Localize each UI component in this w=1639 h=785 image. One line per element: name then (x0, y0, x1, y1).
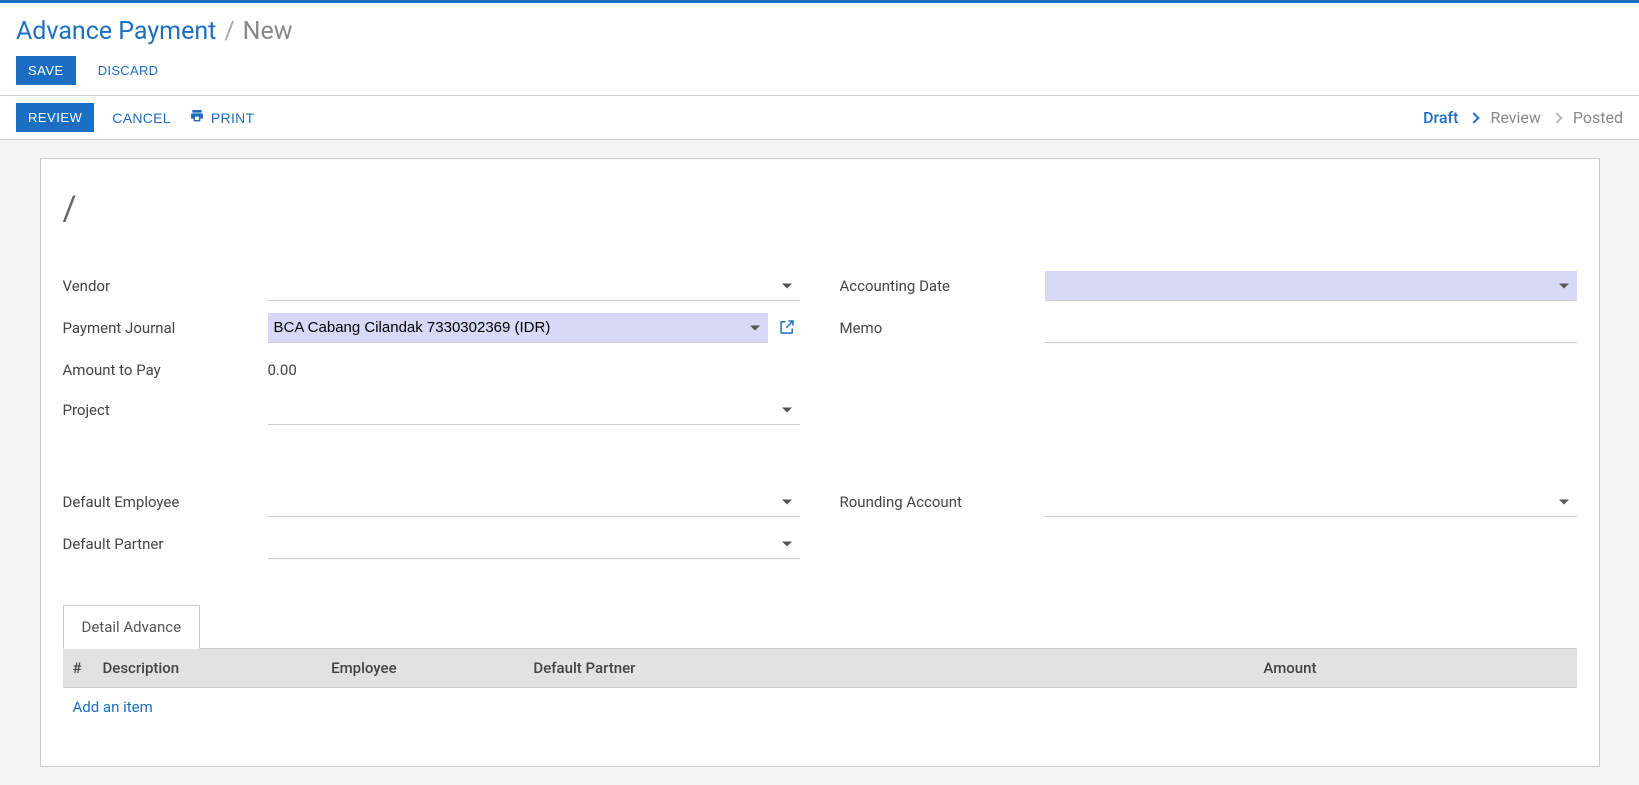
breadcrumb-root[interactable]: Advance Payment (16, 17, 216, 46)
field-amount-to-pay: Amount to Pay 0.00 (63, 349, 800, 389)
print-label: PRINT (211, 110, 255, 126)
tab-bar: Detail Advance (63, 605, 1577, 649)
form-sheet: / Vendor Accounting Date (40, 158, 1600, 767)
rounding-account-label: Rounding Account (840, 487, 1045, 511)
payment-journal-label: Payment Journal (63, 313, 268, 337)
project-label: Project (63, 395, 268, 419)
printer-icon (189, 108, 205, 127)
memo-label: Memo (840, 313, 1045, 337)
status-left: REVIEW CANCEL PRINT (16, 103, 254, 132)
external-link-icon (778, 324, 796, 339)
col-amount[interactable]: Amount (812, 649, 1576, 688)
status-steps: Draft Review Posted (1423, 108, 1623, 127)
form-buttons-row: SAVE DISCARD (16, 56, 1623, 85)
detail-table: # Description Employee Default Partner A… (63, 649, 1577, 726)
field-payment-journal: Payment Journal (63, 307, 800, 349)
amount-to-pay-label: Amount to Pay (63, 355, 268, 379)
default-employee-input[interactable] (268, 487, 800, 517)
chevron-right-icon (1551, 112, 1562, 123)
add-item-link[interactable]: Add an item (73, 698, 153, 716)
field-accounting-date: Accounting Date (840, 265, 1577, 307)
breadcrumb: Advance Payment / New (16, 17, 1623, 46)
external-link-button[interactable] (774, 314, 800, 343)
accounting-date-input[interactable] (1045, 271, 1577, 301)
col-employee[interactable]: Employee (321, 649, 523, 688)
field-memo: Memo (840, 307, 1577, 349)
control-panel: Advance Payment / New SAVE DISCARD (0, 3, 1639, 95)
vendor-label: Vendor (63, 271, 268, 295)
chevron-right-icon (1469, 112, 1480, 123)
content-area: / Vendor Accounting Date (0, 140, 1639, 785)
default-partner-label: Default Partner (63, 529, 268, 553)
form-grid: Vendor Accounting Date (63, 265, 1577, 565)
record-name: / (63, 189, 1577, 229)
print-button[interactable]: PRINT (189, 108, 255, 127)
vendor-input[interactable] (268, 271, 800, 301)
field-project: Project (63, 389, 800, 431)
default-employee-label: Default Employee (63, 487, 268, 511)
field-default-employee: Default Employee (63, 481, 800, 523)
col-num[interactable]: # (63, 649, 93, 688)
col-description[interactable]: Description (93, 649, 322, 688)
default-partner-input[interactable] (268, 529, 800, 559)
amount-to-pay-value: 0.00 (268, 355, 297, 379)
payment-journal-input[interactable] (268, 313, 768, 343)
status-draft[interactable]: Draft (1423, 108, 1458, 127)
field-default-partner: Default Partner (63, 523, 800, 565)
memo-input[interactable] (1045, 313, 1577, 343)
project-input[interactable] (268, 395, 800, 425)
discard-button[interactable]: DISCARD (94, 57, 163, 84)
accounting-date-label: Accounting Date (840, 271, 1045, 295)
cancel-button[interactable]: CANCEL (112, 110, 171, 126)
tab-detail-advance[interactable]: Detail Advance (63, 605, 201, 649)
field-vendor: Vendor (63, 265, 800, 307)
table-row: Add an item (63, 688, 1577, 727)
rounding-account-input[interactable] (1045, 487, 1577, 517)
breadcrumb-current: New (243, 17, 293, 46)
breadcrumb-sep: / (224, 17, 234, 46)
review-button[interactable]: REVIEW (16, 103, 94, 132)
status-posted[interactable]: Posted (1573, 108, 1623, 127)
field-rounding-account: Rounding Account (840, 481, 1577, 523)
status-review[interactable]: Review (1490, 108, 1540, 127)
col-default-partner[interactable]: Default Partner (523, 649, 812, 688)
save-button[interactable]: SAVE (16, 56, 76, 85)
status-bar: REVIEW CANCEL PRINT Draft Review Posted (0, 96, 1639, 140)
